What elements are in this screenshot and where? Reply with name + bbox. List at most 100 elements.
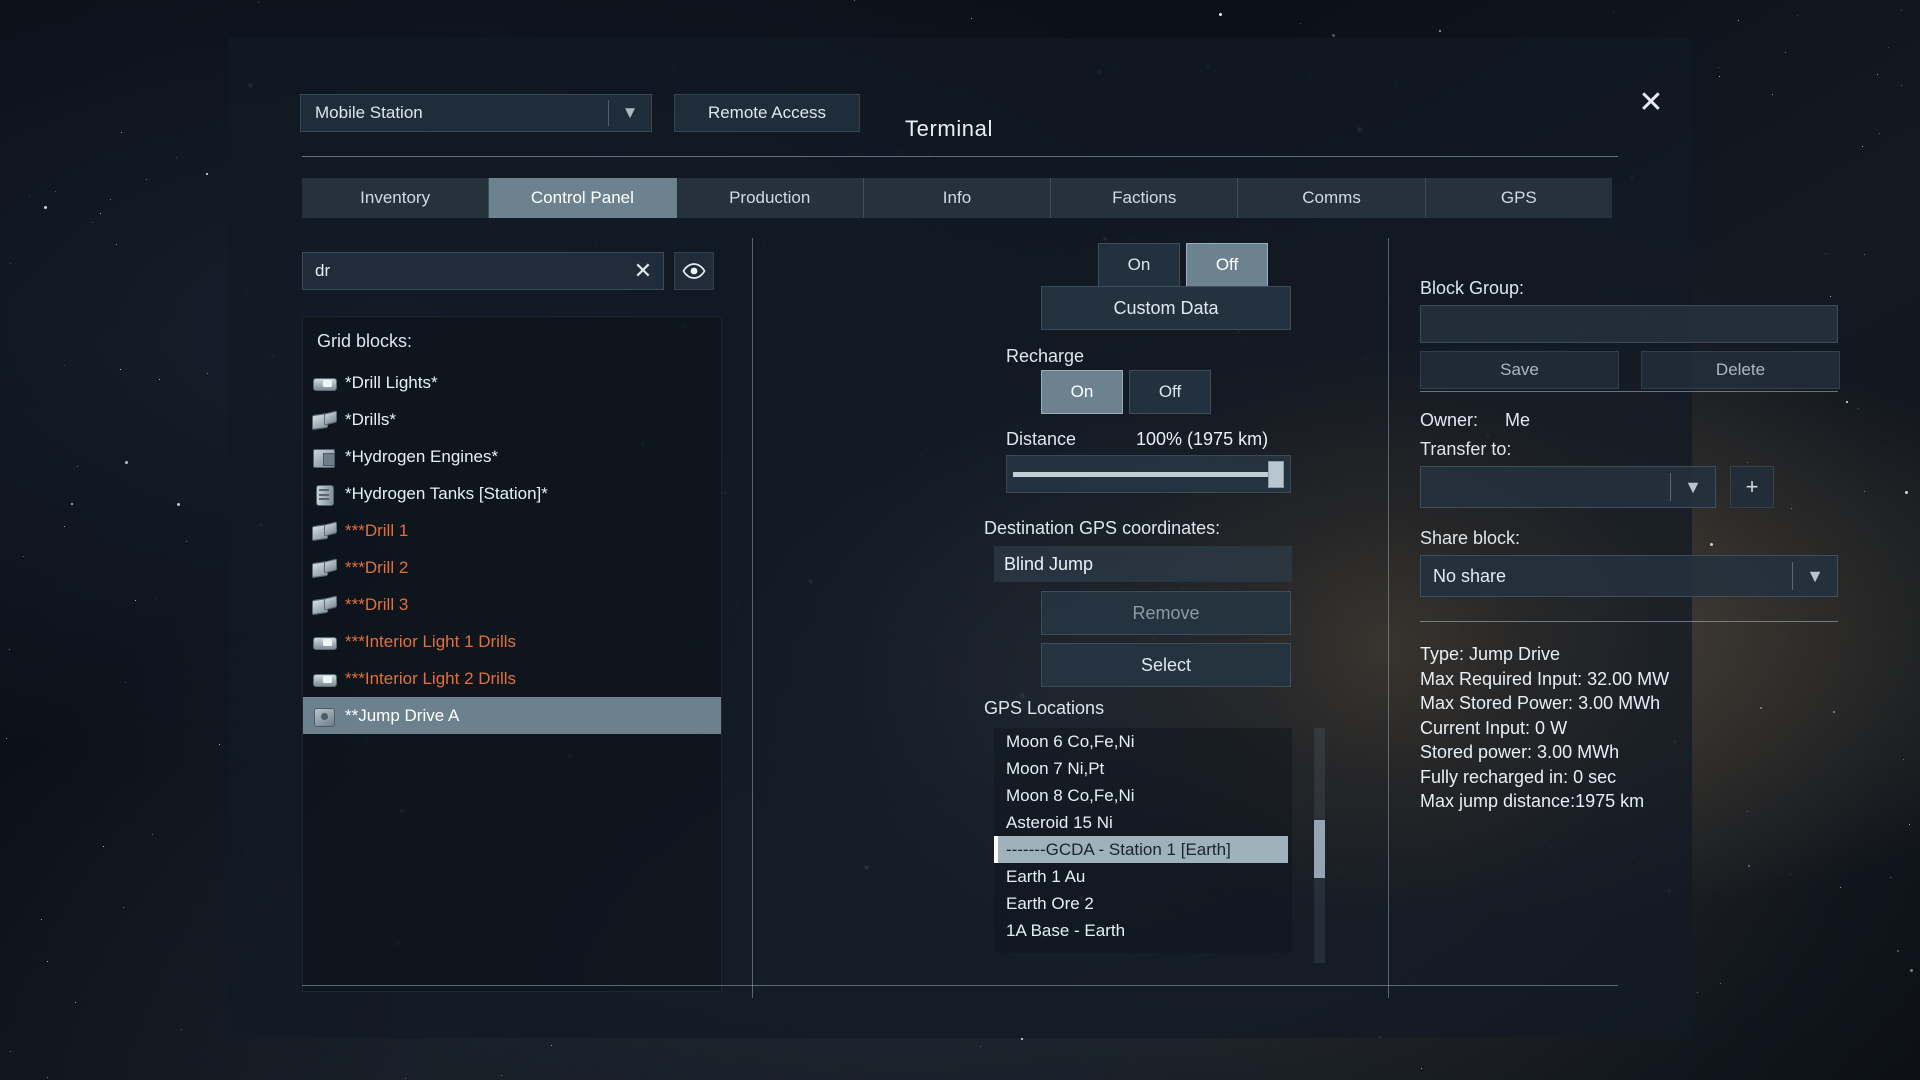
separator-right <box>1388 238 1389 998</box>
tab-inventory[interactable]: Inventory <box>302 178 490 218</box>
gps-location-item[interactable]: Moon 8 Co,Fe,Ni <box>994 782 1292 809</box>
transfer-to-label: Transfer to: <box>1420 439 1512 459</box>
tab-factions[interactable]: Factions <box>1051 178 1239 218</box>
block-info-line: Max Required Input: 32.00 MW <box>1420 668 1670 689</box>
chevron-down-icon: ▼ <box>621 103 639 122</box>
block-info-text: Type: Jump Drive Max Required Input: 32.0… <box>1420 642 1840 814</box>
search-row: dr ✕ <box>302 252 714 290</box>
recharge-on-button[interactable]: On <box>1041 370 1123 414</box>
owner-label: Owner: <box>1420 410 1479 430</box>
destination-gps-value[interactable]: Blind Jump <box>994 546 1292 582</box>
block-list-item-label: ***Drill 1 <box>345 520 409 540</box>
block-list-item[interactable]: ***Drill 2 <box>303 549 721 586</box>
block-list-item-label: **Jump Drive A <box>345 705 460 725</box>
block-list-item[interactable]: ***Drill 3 <box>303 586 721 623</box>
delete-button[interactable]: Delete <box>1641 351 1840 389</box>
owner-row: Owner: Me <box>1420 410 1840 431</box>
gps-locations-label: GPS Locations <box>984 698 1105 718</box>
remove-gps-button[interactable]: Remove <box>1041 591 1291 635</box>
remote-access-button[interactable]: Remote Access <box>674 94 860 132</box>
search-input[interactable]: dr ✕ <box>302 252 664 290</box>
drill-block-icon <box>311 409 337 431</box>
distance-slider[interactable] <box>1006 455 1291 493</box>
drill-block-icon <box>311 520 337 542</box>
transfer-to-dropdown[interactable]: ▼ <box>1420 466 1716 508</box>
block-list-item[interactable]: *Hydrogen Engines* <box>303 438 721 475</box>
footer-divider <box>302 985 1618 986</box>
block-list-item[interactable]: **Jump Drive A <box>303 697 721 734</box>
clear-search-icon[interactable]: ✕ <box>623 258 663 284</box>
add-transfer-button[interactable]: + <box>1730 466 1774 508</box>
eye-icon[interactable] <box>674 252 714 290</box>
block-list-item-label: *Hydrogen Engines* <box>345 446 499 466</box>
block-list-item-label: ***Interior Light 1 Drills <box>345 631 517 651</box>
gps-location-item[interactable]: Asteroid 15 Ni <box>994 809 1292 836</box>
save-button[interactable]: Save <box>1420 351 1619 389</box>
tank-block-icon <box>311 483 337 506</box>
gps-location-item[interactable]: Moon 6 Co,Fe,Ni <box>994 728 1292 755</box>
gps-location-item[interactable]: Earth Ore 2 <box>994 890 1292 917</box>
owner-value: Me <box>1505 410 1531 430</box>
recharge-label: Recharge <box>1006 346 1085 366</box>
gps-list-scroll-thumb[interactable] <box>1314 820 1325 878</box>
block-list-item[interactable]: ***Drill 1 <box>303 512 721 549</box>
power-toggle-group: On Off <box>1098 243 1268 287</box>
block-properties-panel: Block Group: Save Delete Owner: Me Trans… <box>1420 278 1840 814</box>
block-group-actions: Save Delete <box>1420 351 1840 389</box>
block-info-line: Fully recharged in: 0 sec <box>1420 766 1617 787</box>
distance-slider-fill <box>1013 472 1275 477</box>
light-block-icon <box>311 631 337 653</box>
transfer-row: ▼ + <box>1420 466 1840 508</box>
block-list-item[interactable]: *Hydrogen Tanks [Station]* <box>303 475 721 512</box>
block-settings-panel: On Off Custom Data Recharge On Off Dista… <box>984 243 1354 993</box>
distance-value: 100% (1975 km) <box>1136 429 1269 449</box>
header-divider <box>302 156 1618 157</box>
distance-slider-handle[interactable] <box>1268 461 1284 488</box>
gps-location-item[interactable]: -------GCDA - Station 1 [Earth] <box>994 836 1288 863</box>
tab-production[interactable]: Production <box>676 178 864 218</box>
recharge-toggle-group: On Off <box>1041 370 1211 414</box>
grid-selector-dropdown[interactable]: Mobile Station ▼ <box>300 94 652 132</box>
grid-blocks-list: *Drill Lights* *Drills* *Hydrogen Engines*… <box>303 360 721 734</box>
chevron-down-icon: ▼ <box>1806 565 1824 586</box>
gps-location-item[interactable]: 1A Base - Earth <box>994 917 1292 944</box>
block-list-item[interactable]: ***Interior Light 1 Drills <box>303 623 721 660</box>
gps-location-item[interactable]: Moon 7 Ni,Pt <box>994 755 1292 782</box>
drill-block-icon <box>311 594 337 616</box>
chevron-down-icon: ▼ <box>1684 476 1702 497</box>
terminal-window: ✕ Terminal Mobile Station ▼ Remote Acces… <box>228 38 1840 1038</box>
tab-info[interactable]: Info <box>863 178 1052 218</box>
tab-bar: Inventory Control Panel Production Info Fact… <box>302 178 1612 218</box>
header-row: Mobile Station ▼ Remote Access <box>300 94 860 132</box>
select-gps-button[interactable]: Select <box>1041 643 1291 687</box>
share-block-value: No share <box>1433 565 1507 586</box>
block-list-item[interactable]: *Drills* <box>303 401 721 438</box>
share-block-dropdown[interactable]: No share ▼ <box>1420 555 1838 597</box>
power-off-button[interactable]: Off <box>1186 243 1268 287</box>
tab-comms[interactable]: Comms <box>1238 178 1426 218</box>
block-info-line: Current Input: 0 W <box>1420 717 1568 738</box>
divider <box>1420 391 1838 392</box>
gps-list-scrollbar[interactable] <box>1314 728 1325 963</box>
block-info-line: Max Stored Power: 3.00 MWh <box>1420 693 1661 713</box>
tab-gps[interactable]: GPS <box>1425 178 1612 218</box>
block-info-line: Max jump distance:1975 km <box>1420 791 1645 811</box>
custom-data-button[interactable]: Custom Data <box>1041 286 1291 330</box>
destination-gps-label: Destination GPS coordinates: <box>984 518 1221 538</box>
block-group-input[interactable] <box>1420 305 1838 343</box>
tab-control-panel[interactable]: Control Panel <box>489 178 677 218</box>
block-group-label: Block Group: <box>1420 278 1525 298</box>
block-list-item[interactable]: ***Interior Light 2 Drills <box>303 660 721 697</box>
engine-block-icon <box>311 446 337 468</box>
block-list-item-label: ***Drill 3 <box>345 594 409 614</box>
power-on-button[interactable]: On <box>1098 243 1180 287</box>
block-list-item-label: ***Drill 2 <box>345 557 409 577</box>
block-list-item[interactable]: *Drill Lights* <box>303 364 721 401</box>
search-input-value: dr <box>315 261 331 280</box>
light-block-icon <box>311 668 337 690</box>
divider <box>1420 621 1838 622</box>
drill-block-icon <box>311 557 337 579</box>
gps-location-item[interactable]: Earth 1 Au <box>994 863 1292 890</box>
recharge-off-button[interactable]: Off <box>1129 370 1211 414</box>
block-info-line: Type: Jump Drive <box>1420 644 1561 664</box>
